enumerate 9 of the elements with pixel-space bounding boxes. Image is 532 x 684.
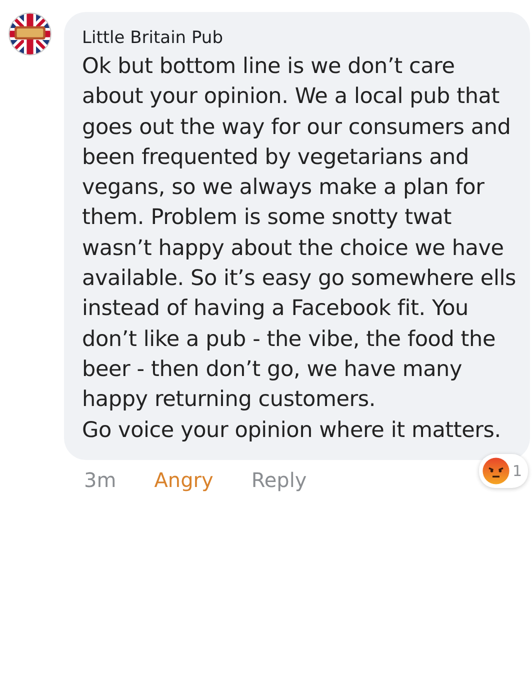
reaction-count: 1 — [512, 462, 522, 480]
timestamp[interactable]: 3m — [84, 468, 116, 492]
angry-face-icon — [482, 456, 510, 485]
reaction-link[interactable]: Angry — [154, 468, 214, 492]
author-name[interactable]: Little Britain Pub — [82, 28, 518, 48]
comment-text: Ok but bottom line is we don’t care about your opinion. We a local pub that goes out the way for our consumers and been frequented by vegetarians and vegans, so we always make a plan for them. Problem is some snotty twat wasn’t happy about the choice we have available. So it’s easy go somewhere ells instead of having a Facebook fit. You don’t like a pub - the vibe, the food the beer - then don’t go, we have many happy returning customers. — [82, 53, 517, 414]
reply-link[interactable]: Reply — [251, 468, 307, 492]
reaction-count-badge[interactable]: 1 — [479, 454, 528, 488]
comment-text: Go voice your opinion where it matters. — [82, 416, 502, 445]
